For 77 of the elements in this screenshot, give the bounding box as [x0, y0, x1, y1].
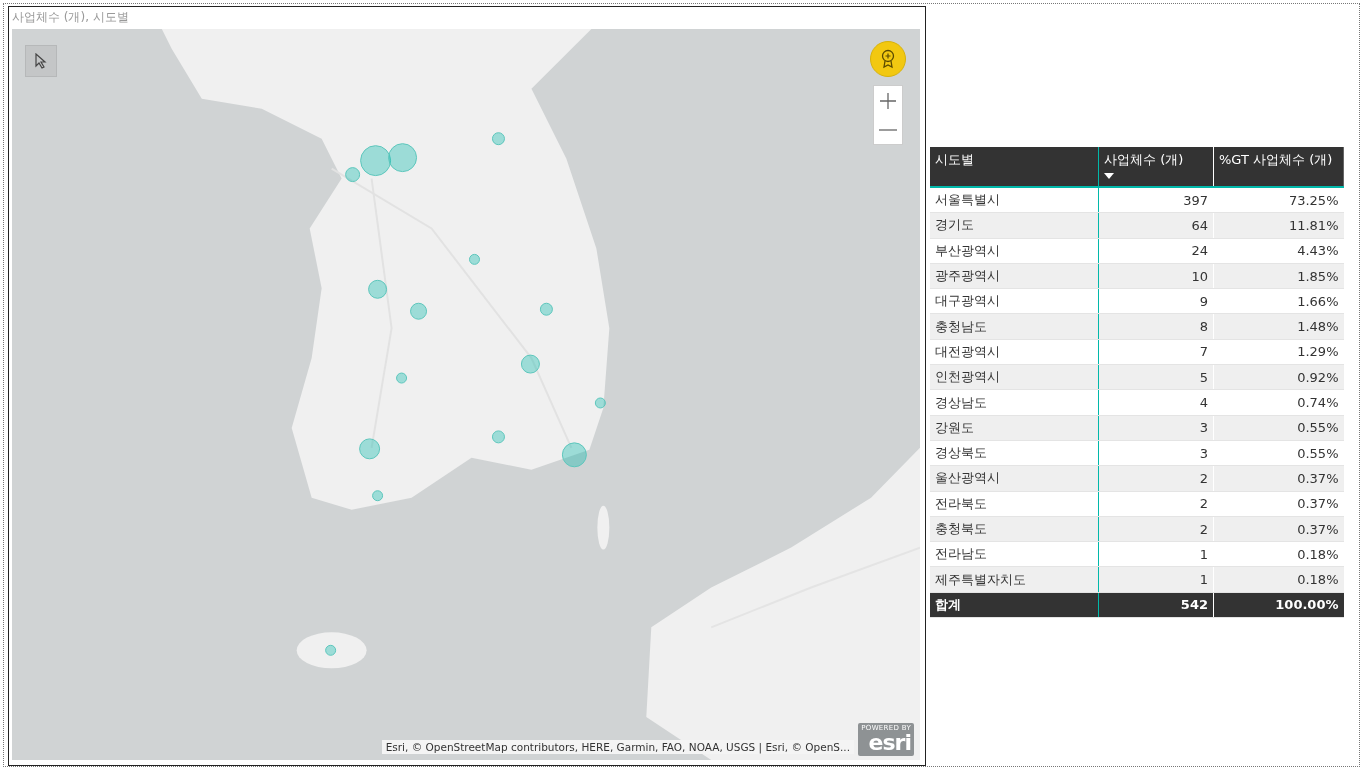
table-cell: 3 — [1098, 440, 1214, 466]
table-cell: 24 — [1098, 238, 1214, 264]
table-cell: 0.55% — [1213, 415, 1344, 441]
table-cell: 0.37% — [1213, 516, 1344, 542]
table-cell: 397 — [1098, 187, 1214, 213]
map-bubble[interactable] — [345, 167, 361, 183]
table-cell: 0.74% — [1213, 389, 1344, 416]
table-cell: 64 — [1098, 212, 1214, 239]
table-cell: 0.37% — [1213, 465, 1344, 492]
map-bubble[interactable] — [469, 253, 480, 265]
table-cell: 서울특별시 — [930, 187, 1099, 213]
map-bubble[interactable] — [539, 302, 553, 316]
table-cell: 대전광역시 — [930, 339, 1099, 365]
table-cell: 경상남도 — [930, 389, 1099, 416]
table-cell: 7 — [1098, 339, 1214, 365]
table-cell: 대구광역시 — [930, 288, 1099, 314]
table-cell: 경기도 — [930, 212, 1099, 239]
table-cell: 2 — [1098, 465, 1214, 492]
table-cell: 2 — [1098, 491, 1214, 517]
table-cell: 10 — [1098, 263, 1214, 289]
map-bubble[interactable] — [491, 132, 505, 146]
map-bubble[interactable] — [325, 644, 337, 656]
table-cell: 인천광역시 — [930, 364, 1099, 390]
table-cell: 1.48% — [1213, 314, 1344, 340]
table-cell: 1.85% — [1213, 263, 1344, 289]
table-cell: 제주특별자치도 — [930, 566, 1099, 593]
table-cell: 11.81% — [1213, 212, 1344, 239]
table-cell: 경상북도 — [930, 440, 1099, 466]
table-cell: 1 — [1098, 541, 1214, 567]
table-cell: 0.55% — [1213, 440, 1344, 466]
table-cell: 1.29% — [1213, 339, 1344, 365]
map-attribution: Esri, © OpenStreetMap contributors, HERE, Garmin, FAO, NOAA, USGS | Esri, © OpenS... — [381, 740, 854, 754]
table-cell: 8 — [1098, 314, 1214, 340]
total-cell: 합계 — [930, 592, 1099, 618]
table-cell: 2 — [1098, 516, 1214, 542]
table-cell: 73.25% — [1213, 187, 1344, 213]
table-cell: 0.92% — [1213, 364, 1344, 390]
total-cell: 542 — [1098, 592, 1214, 618]
table-cell: 3 — [1098, 415, 1214, 441]
map-bubble[interactable] — [368, 279, 388, 299]
visual-title: 사업체수 (개), 시도별 — [12, 9, 130, 26]
table-cell: 0.37% — [1213, 491, 1344, 517]
table-cell: 4 — [1098, 389, 1214, 416]
map-bubble[interactable] — [359, 438, 381, 460]
map-bubble[interactable] — [520, 354, 540, 374]
table-cell: 0.18% — [1213, 541, 1344, 567]
ribbon-icon — [880, 49, 896, 69]
column-header[interactable]: %GT 사업체수 (개) — [1213, 147, 1344, 187]
table-cell: 부산광역시 — [930, 238, 1099, 264]
plus-icon — [880, 92, 896, 109]
map-bubble[interactable] — [372, 490, 384, 502]
total-cell: 100.00% — [1213, 592, 1344, 618]
table-cell: 4.43% — [1213, 238, 1344, 264]
table-cell: 충청남도 — [930, 314, 1099, 340]
map-bubble[interactable] — [360, 145, 392, 177]
table-cell: 충청북도 — [930, 516, 1099, 542]
map-bubble[interactable] — [491, 430, 505, 444]
table-cell: 광주광역시 — [930, 263, 1099, 289]
table-cell: 전라북도 — [930, 491, 1099, 517]
table-cell: 강원도 — [930, 415, 1099, 441]
table-cell: 전라남도 — [930, 541, 1099, 567]
minus-icon — [879, 128, 897, 131]
map-bubble[interactable] — [388, 143, 418, 173]
map-bubble[interactable] — [561, 442, 587, 468]
table-cell: 울산광역시 — [930, 465, 1099, 492]
table-cell: 1 — [1098, 566, 1214, 593]
pointer-icon — [34, 53, 48, 69]
table-cell: 9 — [1098, 288, 1214, 314]
map-bubble[interactable] — [396, 372, 408, 384]
table-cell: 5 — [1098, 364, 1214, 390]
column-header[interactable]: 시도별 — [930, 147, 1099, 187]
map-bubble[interactable] — [594, 397, 606, 409]
select-tool-button[interactable] — [25, 45, 57, 77]
table-cell: 0.18% — [1213, 566, 1344, 593]
table-cell: 1.66% — [1213, 288, 1344, 314]
map-bubble[interactable] — [410, 302, 428, 320]
column-header[interactable]: 사업체수 (개) — [1098, 147, 1214, 187]
